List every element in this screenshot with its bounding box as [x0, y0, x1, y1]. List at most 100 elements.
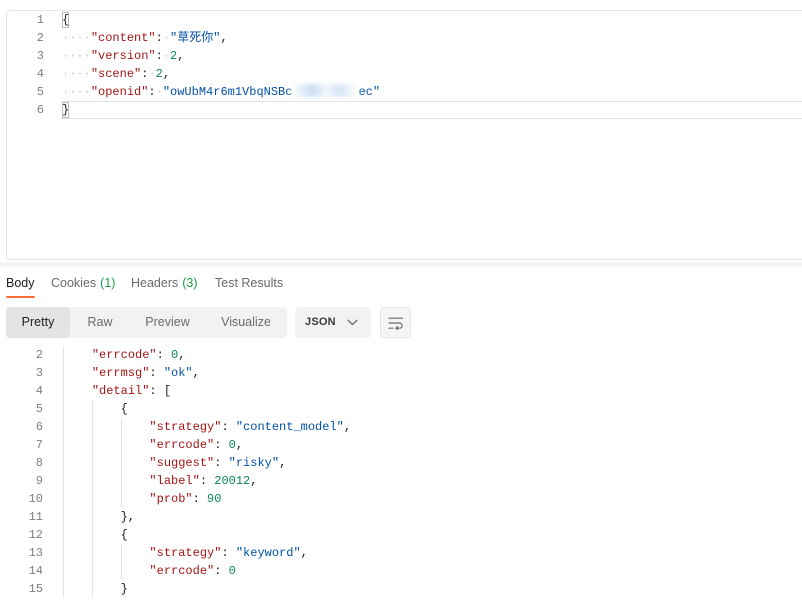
view-mode-pretty[interactable]: Pretty	[6, 307, 70, 338]
matched-bracket: }	[62, 103, 70, 117]
json-key: "detail"	[91, 384, 150, 398]
json-punctuation: :	[192, 492, 208, 506]
indent-guide	[91, 490, 93, 508]
json-punctuation: {	[120, 402, 128, 416]
json-punctuation: :	[199, 474, 215, 488]
code-text: "errcode": 0	[63, 562, 236, 580]
json-punctuation: :	[221, 546, 236, 560]
json-string: "ok"	[163, 366, 193, 380]
tab-label: Cookies	[51, 276, 97, 290]
json-string: "content_model"	[235, 420, 344, 434]
json-punctuation: }	[120, 582, 128, 596]
code-text: ····"openid":·"owUbM4r6m1VbqNSBc ec"	[62, 83, 380, 101]
tab-count-badge: (3)	[182, 276, 198, 290]
whitespace-marker: ·	[162, 49, 171, 63]
json-punctuation: ,	[162, 67, 171, 81]
code-line: 13 "strategy": "keyword",	[0, 544, 802, 562]
code-line: 5 {	[0, 400, 802, 418]
code-text: "label": 20012,	[63, 472, 257, 490]
indent-guide	[63, 346, 64, 364]
line-number: 13	[28, 546, 43, 560]
view-mode-visualize[interactable]: Visualize	[205, 307, 287, 338]
code-line: 4 "detail": [	[0, 382, 802, 400]
indent-guide	[63, 490, 64, 508]
indent-guide	[91, 562, 93, 580]
json-punctuation: :	[148, 85, 156, 99]
request-code-lines: 1{2 ····"content":·"草死你", 3 ····"version":·…	[7, 11, 802, 119]
json-punctuation: :	[214, 456, 229, 470]
json-punctuation: ,	[178, 348, 186, 362]
indent-guide	[63, 580, 64, 598]
line-number: 6	[36, 103, 44, 117]
view-mode-preview[interactable]: Preview	[130, 307, 205, 338]
json-punctuation: ,	[343, 420, 352, 434]
response-code-lines: 2 "errcode": 0, 3 "errmsg": "ok", 4 "detai…	[0, 346, 802, 598]
code-text: }	[62, 101, 69, 119]
json-key: "errmsg"	[91, 366, 150, 380]
json-key: "version"	[90, 49, 156, 63]
line-number: 1	[36, 13, 44, 27]
wrap-lines-button[interactable]	[380, 307, 411, 338]
json-key: "errcode"	[91, 348, 157, 362]
line-number: 4	[36, 67, 44, 81]
whitespace-marker: ····	[62, 49, 91, 63]
whitespace-marker: ·	[162, 31, 171, 45]
view-mode-raw[interactable]: Raw	[70, 307, 130, 338]
json-number: 0	[228, 564, 236, 578]
whitespace-marker: ····	[62, 31, 91, 45]
json-punctuation: ,	[250, 474, 258, 488]
language-select[interactable]: JSON	[295, 307, 371, 338]
indent-guide	[63, 382, 64, 400]
response-body-viewer[interactable]: 2 "errcode": 0, 3 "errmsg": "ok", 4 "detai…	[0, 346, 802, 605]
whitespace-marker: ·	[155, 85, 163, 99]
line-number: 2	[36, 31, 44, 45]
json-punctuation: },	[120, 510, 136, 524]
json-number: 0	[228, 438, 236, 452]
indent-guide	[91, 436, 93, 454]
code-text: },	[63, 508, 135, 526]
pane-splitter[interactable]	[0, 262, 802, 267]
indent-guide	[63, 400, 64, 418]
json-string: "owUbM4r6m1VbqNSBc	[162, 85, 293, 99]
indent-guide	[91, 544, 93, 562]
code-line: 15 }	[0, 580, 802, 598]
line-number: 10	[28, 492, 43, 506]
tab-cookies[interactable]: Cookies (1)	[51, 275, 115, 291]
request-body-editor[interactable]: 1{2 ····"content":·"草死你", 3 ····"version":·…	[6, 10, 802, 260]
active-tab-indicator	[6, 296, 35, 298]
tab-headers[interactable]: Headers (3)	[131, 275, 198, 291]
indent-guide	[91, 508, 93, 526]
json-string: ec"	[358, 85, 381, 99]
code-text: ····"content":·"草死你",	[62, 29, 228, 47]
line-number: 6	[35, 420, 43, 434]
tab-label: Body	[6, 276, 35, 290]
code-line: 9 "label": 20012,	[0, 472, 802, 490]
json-punctuation: ,	[235, 438, 244, 452]
json-key: "suggest"	[149, 456, 215, 470]
line-number: 5	[36, 85, 44, 99]
code-line: 10 "prob": 90	[0, 490, 802, 508]
indent-guide	[120, 490, 122, 508]
code-line: 5 ····"openid":·"owUbM4r6m1VbqNSBc ec"	[7, 83, 802, 101]
code-line: 2 ····"content":·"草死你",	[7, 29, 802, 47]
indent-guide	[91, 454, 93, 472]
json-key: "openid"	[90, 85, 149, 99]
json-key: "content"	[90, 31, 156, 45]
line-number: 11	[28, 510, 43, 524]
code-text: "errcode": 0,	[63, 436, 243, 454]
language-select-value: JSON	[305, 316, 336, 328]
active-line-highlight	[62, 101, 802, 119]
matched-bracket: {	[62, 13, 70, 27]
tab-body[interactable]: Body	[6, 275, 35, 291]
tab-test-results[interactable]: Test Results	[215, 275, 283, 291]
indent-guide	[91, 580, 93, 598]
code-text: {	[63, 400, 128, 418]
